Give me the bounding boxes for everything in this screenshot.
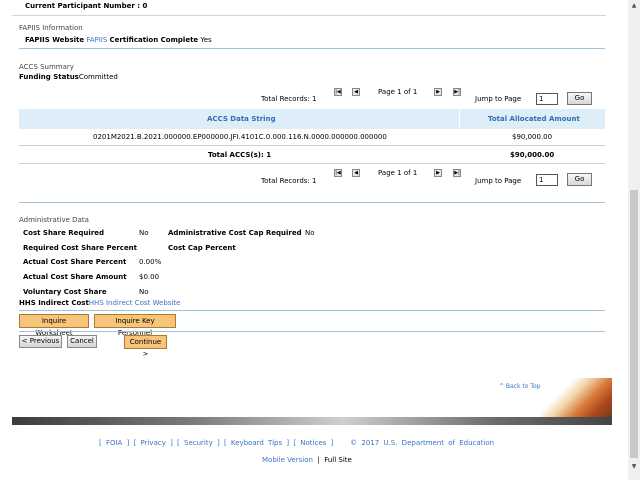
accs-section-title: ACCS Summary — [19, 63, 74, 71]
required-cost-share-pct-label: Required Cost Share Percent — [23, 244, 138, 252]
scrollbar-thumb[interactable] — [630, 190, 638, 458]
divider — [19, 48, 605, 49]
actual-cost-share-pct-value: 0.00% — [139, 258, 162, 266]
fapiis-link[interactable]: FAPIIS — [86, 36, 107, 44]
participant-label: Current Participant Number : — [25, 2, 141, 10]
footer-keyboard-tips-link[interactable]: [ Keyboard Tips ] — [224, 439, 289, 447]
total-accs-amount: $90,000.00 — [510, 151, 555, 159]
scroll-down-icon[interactable]: ▼ — [630, 463, 638, 471]
jump-label: Jump to Page — [475, 95, 522, 103]
last-page-icon[interactable]: ▶| — [453, 88, 461, 96]
total-records-value: 1 — [312, 95, 317, 103]
column-divider — [459, 109, 460, 129]
admin-cost-cap-value: No — [305, 229, 315, 237]
funding-status-value: Committed — [78, 73, 118, 81]
inquire-key-personnel-button[interactable]: Inquire Key Personnel — [94, 314, 176, 337]
previous-button[interactable]: < Previous — [19, 335, 62, 348]
divider — [12, 15, 606, 16]
footer-books-image — [540, 378, 612, 420]
continue-button[interactable]: Continue > — [124, 335, 167, 358]
funding-status-row: Funding StatusCommitted — [19, 73, 118, 81]
row-divider — [19, 163, 605, 164]
go-button[interactable]: Go — [567, 92, 592, 105]
first-page-icon[interactable]: |◀ — [334, 169, 342, 177]
footer-band — [12, 417, 612, 425]
mobile-version-link[interactable]: Mobile Version — [262, 456, 313, 464]
participant-row: Current Participant Number : 0 — [25, 2, 147, 10]
scroll-up-icon[interactable]: ▲ — [630, 2, 638, 10]
first-page-icon[interactable]: |◀ — [334, 88, 342, 96]
page-info: Page 1 of 1 — [378, 169, 418, 177]
total-accs-label: Total ACCS(s): 1 — [208, 151, 272, 159]
col-total-allocated: Total Allocated Amount — [488, 115, 580, 123]
actual-cost-share-amt-value: $0.00 — [139, 273, 160, 281]
divider — [19, 331, 605, 332]
cost-share-required-value: No — [139, 229, 149, 237]
actual-cost-share-pct-label: Actual Cost Share Percent — [23, 258, 127, 266]
full-site-label: Full Site — [324, 456, 352, 464]
prev-page-icon[interactable]: ◀ — [352, 88, 360, 96]
next-page-icon[interactable]: ▶ — [434, 169, 442, 177]
footer-foia-link[interactable]: [ FOIA ] — [99, 439, 129, 447]
footer-privacy-link[interactable]: [ Privacy ] — [134, 439, 173, 447]
accs-amount-cell: $90,000.00 — [512, 133, 553, 141]
admin-cost-cap-label: Administrative Cost Cap Required — [168, 229, 302, 237]
cost-share-required-label: Cost Share Required — [23, 229, 105, 237]
jump-label: Jump to Page — [475, 177, 522, 185]
fapiis-website-label: FAPIIS Website — [25, 36, 85, 44]
jump-page-input[interactable]: 1 — [536, 174, 558, 186]
footer-links: [ FOIA ] [ Privacy ] [ Security ] [ Keyb… — [99, 439, 494, 447]
divider — [19, 310, 605, 311]
footer-notices-link[interactable]: [ Notices ] — [293, 439, 333, 447]
jump-page-input[interactable]: 1 — [536, 93, 558, 105]
divider — [19, 202, 605, 203]
page: Current Participant Number : 0 FAPIIS In… — [0, 0, 628, 480]
actual-cost-share-amt-label: Actual Cost Share Amount — [23, 273, 127, 281]
fapiis-section-title: FAPIIS Information — [19, 24, 83, 32]
footer-separator: | — [317, 456, 320, 464]
page-info: Page 1 of 1 — [378, 88, 418, 96]
next-page-icon[interactable]: ▶ — [434, 88, 442, 96]
total-records-label: Total Records: — [261, 95, 310, 103]
fapiis-cert-value: Yes — [200, 36, 212, 44]
funding-status-label: Funding Status — [19, 73, 79, 81]
total-records-top: Total Records: 1 — [261, 95, 316, 103]
last-page-icon[interactable]: ▶| — [453, 169, 461, 177]
fapiis-row: FAPIIS Website FAPIIS Certification Comp… — [25, 36, 212, 44]
total-records-label: Total Records: — [261, 177, 310, 185]
hhs-link[interactable]: HHS Indirect Cost Website — [89, 299, 181, 307]
hhs-label: HHS Indirect Cost — [19, 299, 89, 307]
fapiis-cert-label: Certification Complete — [109, 36, 199, 44]
col-accs-data-string: ACCS Data String — [207, 115, 276, 123]
total-records-value: 1 — [312, 177, 317, 185]
footer-version-row: Mobile Version | Full Site — [262, 456, 352, 464]
cost-cap-pct-label: Cost Cap Percent — [168, 244, 236, 252]
row-divider — [19, 145, 605, 146]
back-to-top-link[interactable]: ^ Back to Top — [499, 383, 540, 390]
footer-security-link[interactable]: [ Security ] — [177, 439, 220, 447]
admin-section-title: Administrative Data — [19, 216, 89, 224]
total-records-bottom: Total Records: 1 — [261, 177, 316, 185]
hhs-row: HHS Indirect CostHHS Indirect Cost Websi… — [19, 299, 180, 307]
voluntary-cost-share-value: No — [139, 288, 149, 296]
go-button[interactable]: Go — [567, 173, 592, 186]
accs-data-string-cell: 0201M2021.B.2021.000000.EP000000.JFI.410… — [93, 133, 387, 141]
voluntary-cost-share-label: Voluntary Cost Share — [23, 288, 107, 296]
prev-page-icon[interactable]: ◀ — [352, 169, 360, 177]
participant-value: 0 — [142, 2, 148, 10]
inquire-worksheet-button[interactable]: Inquire Worksheet — [19, 314, 89, 337]
accs-table-header: ACCS Data String Total Allocated Amount — [19, 109, 605, 129]
cancel-button[interactable]: Cancel — [67, 335, 97, 348]
footer-copyright: © 2017 U.S. Department of Education — [350, 439, 495, 447]
